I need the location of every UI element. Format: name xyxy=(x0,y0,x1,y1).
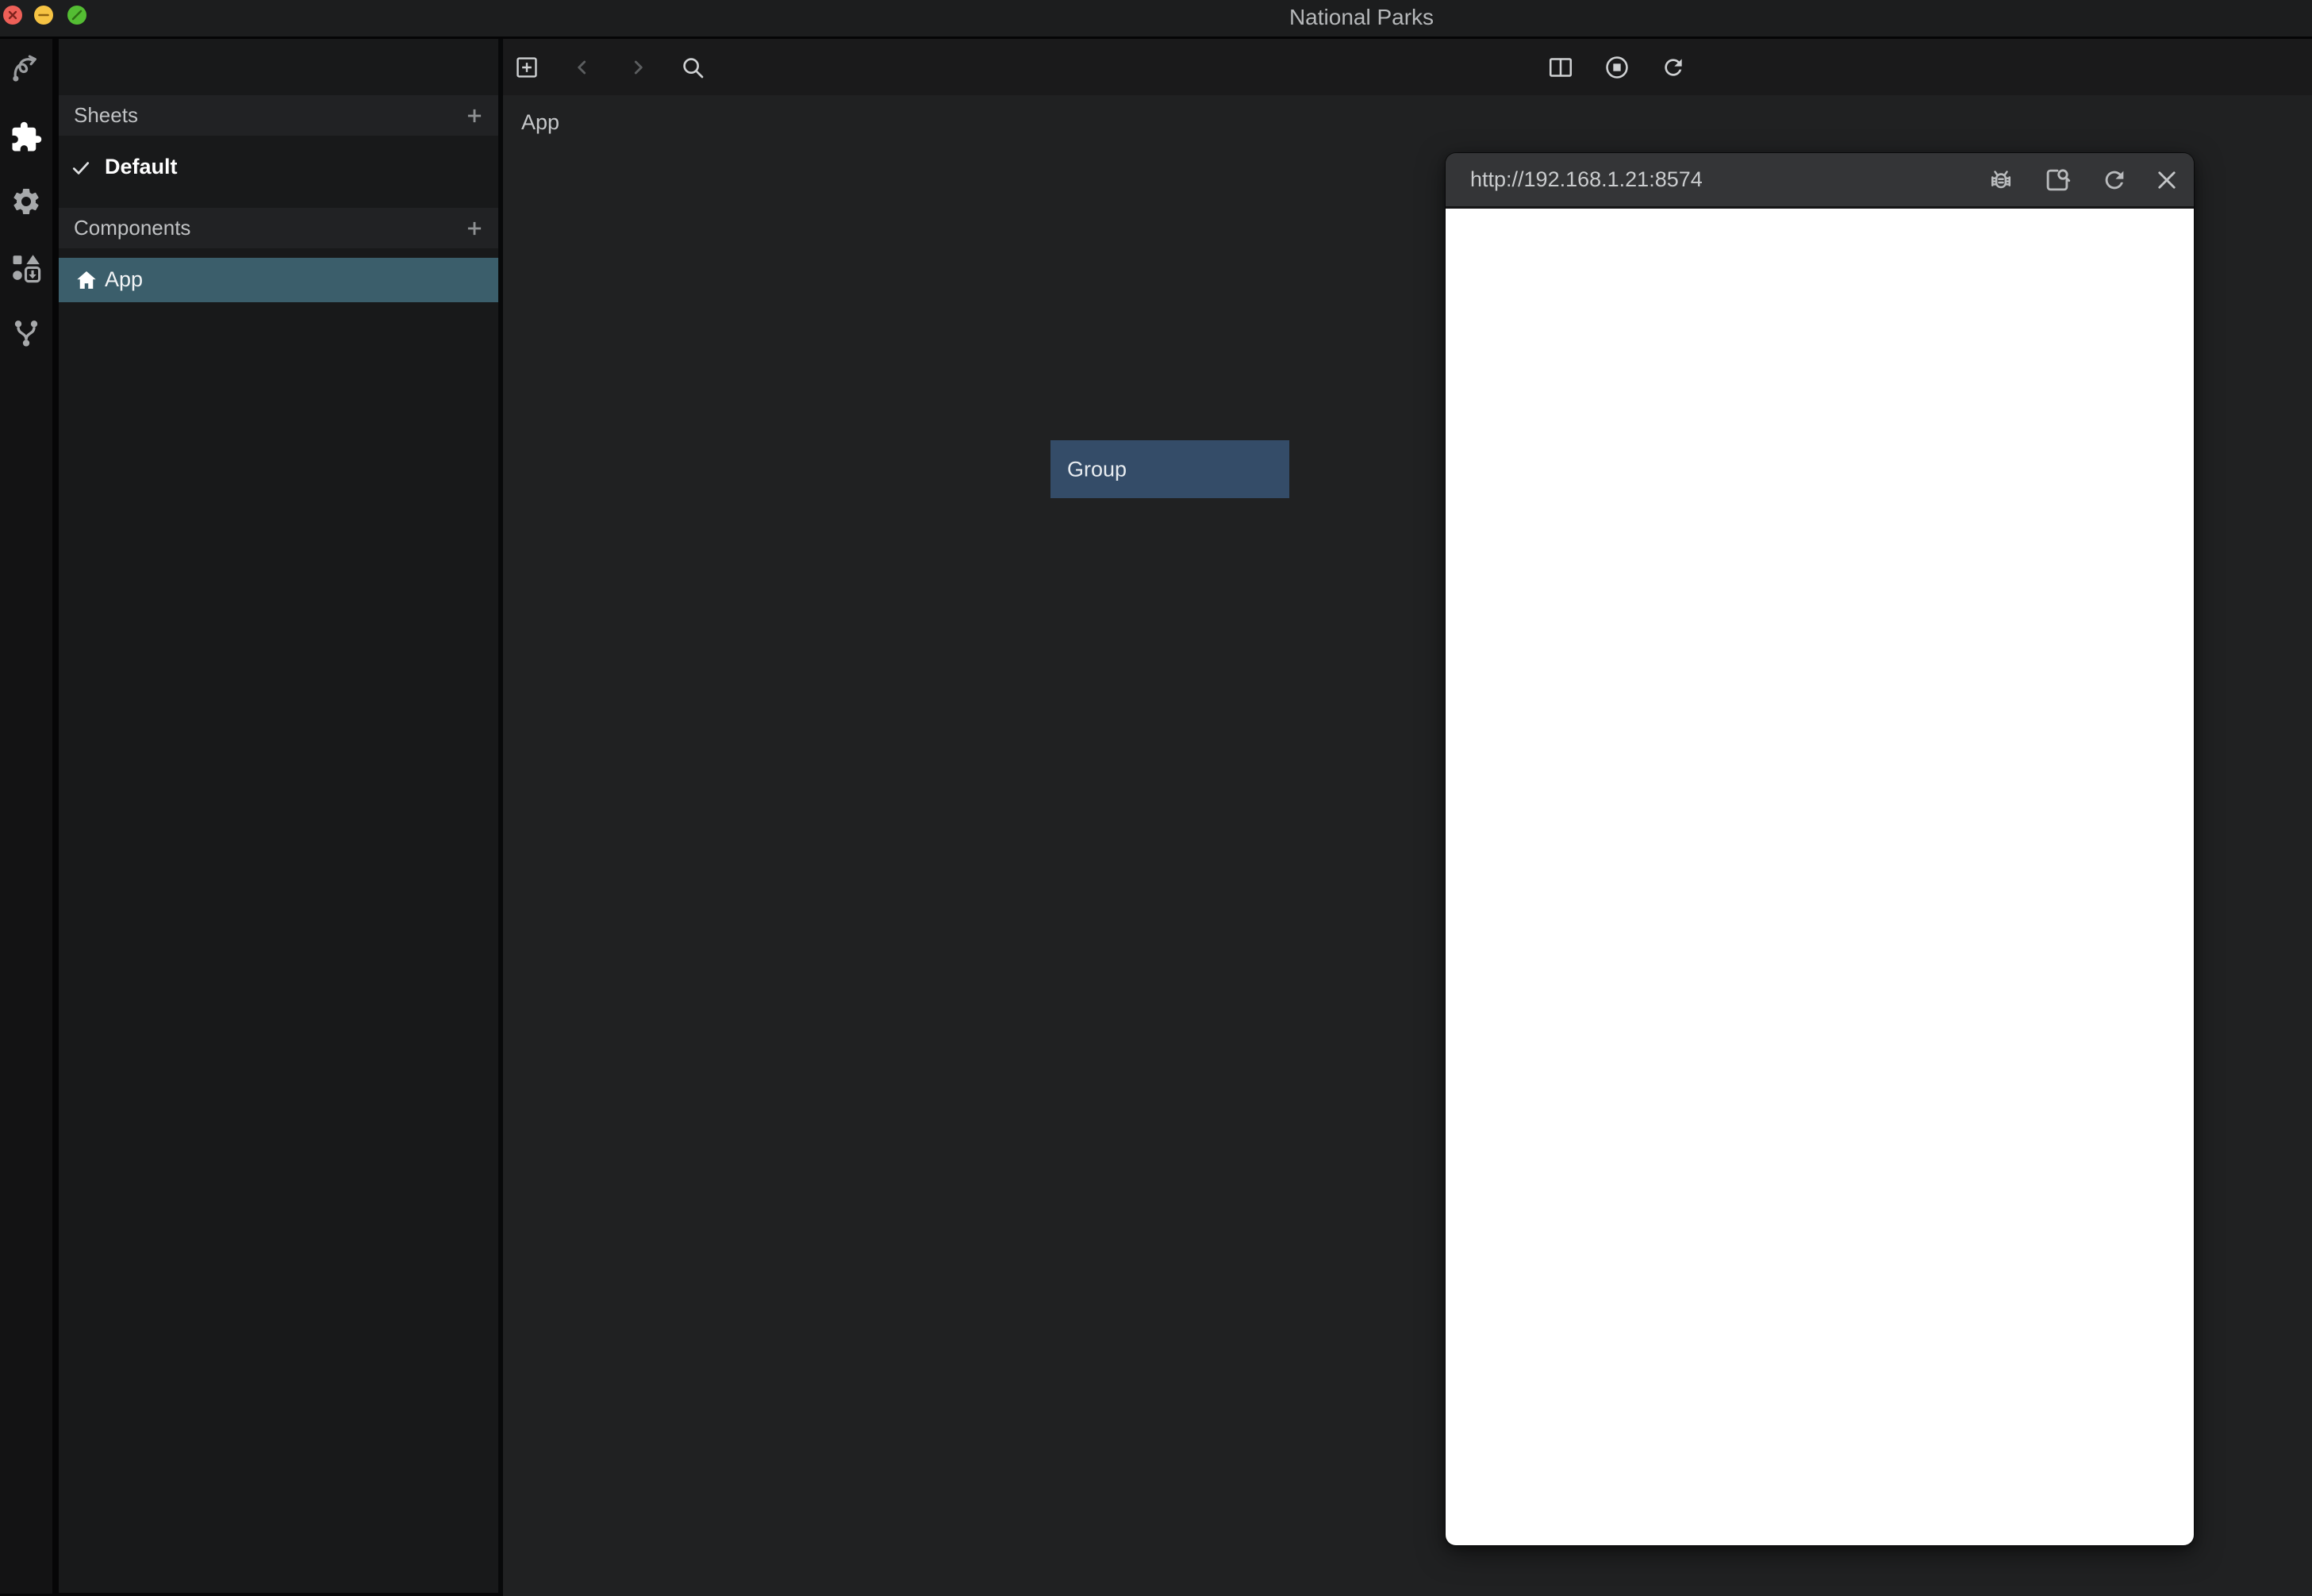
add-frame-button[interactable] xyxy=(505,39,548,95)
activity-assets-button[interactable] xyxy=(0,246,52,290)
split-view-button[interactable] xyxy=(1539,39,1582,95)
reload-icon xyxy=(2101,167,2128,194)
components-section-header: Components xyxy=(59,208,498,248)
activity-flows-button[interactable] xyxy=(0,46,52,90)
shapes-import-icon xyxy=(10,251,43,285)
canvas-toolbar xyxy=(503,39,2312,95)
activity-components-button[interactable] xyxy=(0,115,52,159)
git-branch-icon xyxy=(10,317,42,349)
forward-button[interactable] xyxy=(616,39,659,95)
split-view-icon xyxy=(1547,54,1574,81)
check-icon xyxy=(70,157,92,183)
debug-icon xyxy=(1986,165,2016,195)
close-window-button[interactable] xyxy=(3,6,22,25)
minimize-window-button[interactable] xyxy=(34,6,53,25)
back-icon xyxy=(572,57,593,78)
add-component-button[interactable] xyxy=(463,217,486,240)
home-icon xyxy=(75,268,98,296)
sheets-section-label: Sheets xyxy=(74,95,138,136)
activity-bar xyxy=(0,39,59,1596)
close-preview-button[interactable] xyxy=(2149,162,2185,198)
back-button[interactable] xyxy=(561,39,604,95)
route-icon xyxy=(10,52,43,85)
forward-icon xyxy=(628,57,648,78)
stop-icon xyxy=(1603,54,1630,81)
reload-canvas-button[interactable] xyxy=(1652,39,1695,95)
inspect-icon xyxy=(2042,165,2072,195)
maximize-window-button[interactable] xyxy=(67,6,86,25)
activity-version-control-button[interactable] xyxy=(0,311,52,355)
component-item-app[interactable]: App xyxy=(59,258,498,302)
search-button[interactable] xyxy=(671,39,714,95)
preview-header: http://192.168.1.21:8574 xyxy=(1446,153,2194,209)
search-icon xyxy=(680,55,705,80)
components-section-label: Components xyxy=(74,208,190,248)
gear-icon xyxy=(10,186,42,217)
puzzle-icon xyxy=(10,121,43,154)
application-window: National Parks xyxy=(0,0,2312,1596)
canvas-node-group[interactable]: Group xyxy=(1050,440,1289,498)
url-input[interactable]: http://192.168.1.21:8574 xyxy=(1470,153,1703,206)
sidebar: Components Sheets Default Components xyxy=(59,39,498,1596)
activity-settings-button[interactable] xyxy=(0,179,52,224)
reload-preview-button[interactable] xyxy=(2096,162,2133,198)
inspect-button[interactable] xyxy=(2039,162,2076,198)
canvas-node-label: Group xyxy=(1067,457,1127,481)
preview-window: http://192.168.1.21:8574 xyxy=(1446,153,2194,1545)
plus-icon xyxy=(464,106,485,126)
breadcrumb[interactable]: App xyxy=(521,110,559,135)
reload-icon xyxy=(1661,55,1686,80)
maximize-icon xyxy=(67,6,86,25)
minimize-icon xyxy=(34,6,53,25)
preview-webview[interactable] xyxy=(1446,209,2194,1545)
add-frame-icon xyxy=(514,55,540,80)
sheet-item-default[interactable]: Default xyxy=(59,140,498,197)
close-icon xyxy=(3,6,22,25)
debug-button[interactable] xyxy=(1983,162,2019,198)
plus-icon xyxy=(464,218,485,239)
title-bar: National Parks xyxy=(0,0,2312,39)
component-item-label: App xyxy=(105,267,143,292)
close-icon xyxy=(2153,167,2180,194)
add-sheet-button[interactable] xyxy=(463,105,486,127)
stop-button[interactable] xyxy=(1596,39,1638,95)
sheets-section-header: Sheets xyxy=(59,95,498,136)
sheet-item-label: Default xyxy=(105,155,178,179)
window-title: National Parks xyxy=(1289,5,1434,30)
canvas-area[interactable]: App Group http://192.168.1.21:8574 xyxy=(503,39,2312,1596)
